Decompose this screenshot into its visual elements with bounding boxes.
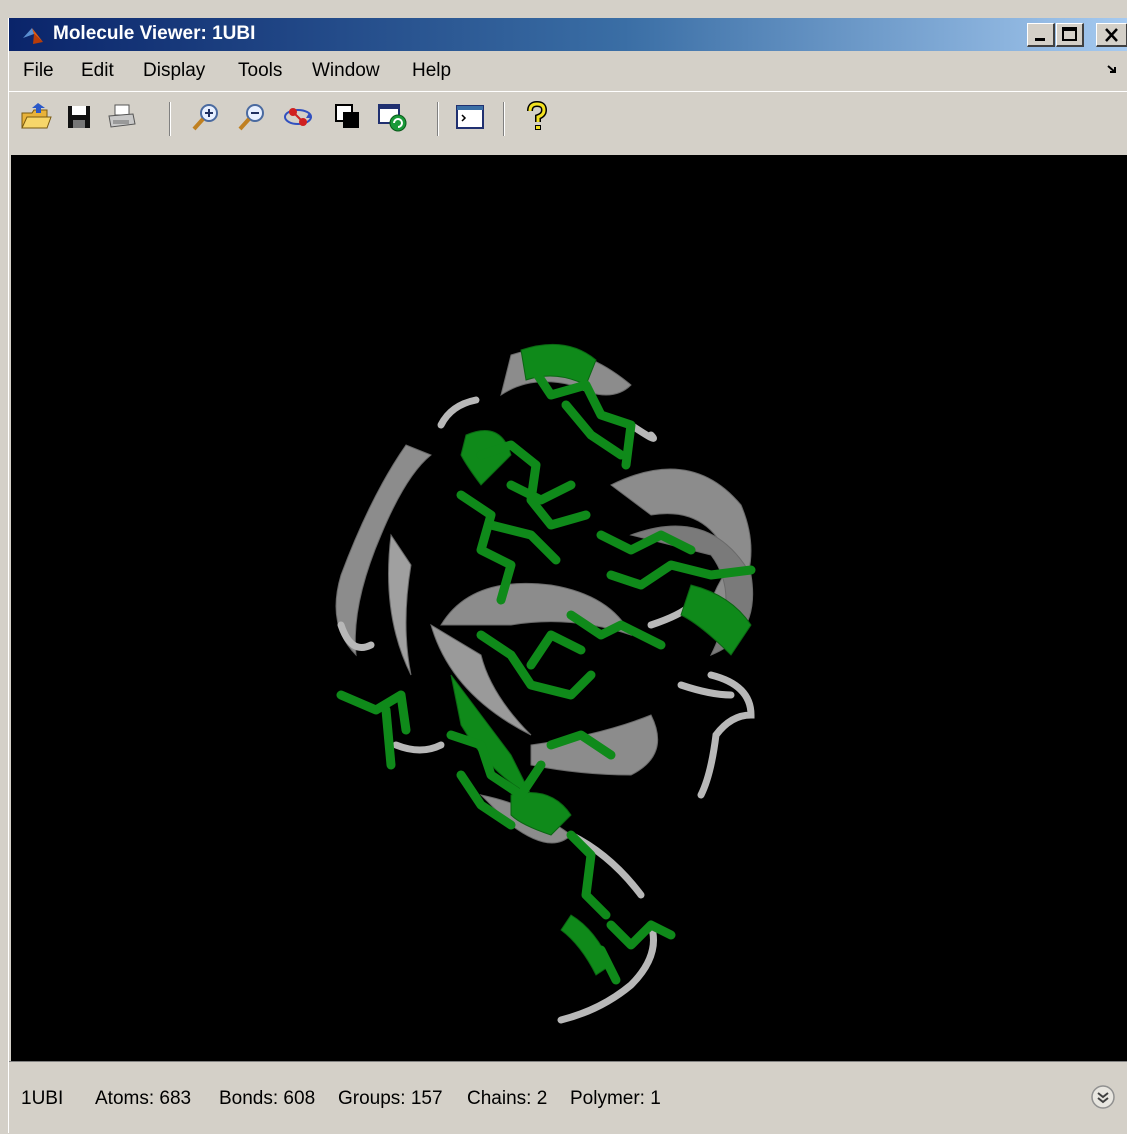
- status-pdb-id: 1UBI: [21, 1088, 64, 1109]
- minimize-button[interactable]: [1027, 23, 1055, 47]
- menu-tools[interactable]: Tools: [238, 60, 282, 82]
- molecule-canvas[interactable]: [11, 155, 1127, 1061]
- toolbar-separator: [437, 102, 439, 136]
- zoom-in-button[interactable]: [189, 100, 223, 134]
- window-title: Molecule Viewer: 1UBI: [53, 23, 256, 44]
- zoom-out-button[interactable]: [235, 100, 269, 134]
- toolbar-separator: [503, 102, 505, 136]
- zoom-in-icon: [192, 104, 218, 131]
- close-button[interactable]: [1096, 23, 1127, 47]
- command-window-button[interactable]: [453, 100, 487, 134]
- protein-structure-render[interactable]: [11, 155, 1127, 1061]
- title-bar[interactable]: Molecule Viewer: 1UBI: [9, 18, 1127, 51]
- status-groups: Groups: 157: [338, 1088, 443, 1109]
- zoom-out-icon: [238, 104, 264, 131]
- close-icon: [1105, 28, 1118, 42]
- maximize-button[interactable]: [1056, 23, 1084, 47]
- print-button[interactable]: [105, 100, 139, 134]
- command-window-icon: [456, 105, 484, 129]
- open-file-button[interactable]: [19, 100, 53, 134]
- matlab-logo-icon[interactable]: [21, 24, 45, 46]
- refresh-window-icon: [378, 104, 407, 132]
- menu-bar: File Edit Display Tools Window Help: [9, 51, 1127, 89]
- molecule-rotate-icon: [284, 108, 312, 126]
- copy-windows-icon: [335, 104, 359, 128]
- status-chains: Chains: 2: [467, 1088, 548, 1109]
- status-bar: 1UBI Atoms: 683 Bonds: 608 Groups: 157 C…: [9, 1061, 1127, 1134]
- maximize-icon: [1062, 27, 1077, 41]
- status-polymer: Polymer: 1: [570, 1088, 661, 1109]
- status-bonds: Bonds: 608: [219, 1088, 316, 1109]
- menu-help[interactable]: Help: [412, 60, 451, 82]
- open-folder-icon: [21, 103, 52, 129]
- double-chevron-down-icon[interactable]: [1090, 1084, 1116, 1110]
- dock-arrow-icon[interactable]: [1106, 63, 1118, 75]
- menu-edit[interactable]: Edit: [81, 60, 114, 82]
- save-button[interactable]: [63, 100, 97, 134]
- toolbar: [9, 91, 1127, 150]
- help-button[interactable]: [519, 100, 553, 134]
- printer-icon: [108, 104, 136, 128]
- status-atoms: Atoms: 683: [95, 1088, 192, 1109]
- floppy-disk-icon: [68, 106, 90, 128]
- menu-window[interactable]: Window: [312, 60, 380, 82]
- molecule-viewer-window: Molecule Viewer: 1UBI File Edit Display …: [8, 18, 1127, 1134]
- question-mark-icon: [527, 100, 548, 130]
- minimize-icon: [1035, 38, 1045, 41]
- rotate-button[interactable]: [281, 100, 315, 134]
- refresh-view-button[interactable]: [375, 100, 409, 134]
- menu-file[interactable]: File: [23, 60, 54, 82]
- menu-display[interactable]: Display: [143, 60, 205, 82]
- toolbar-separator: [169, 102, 171, 136]
- copy-figure-button[interactable]: [331, 100, 365, 134]
